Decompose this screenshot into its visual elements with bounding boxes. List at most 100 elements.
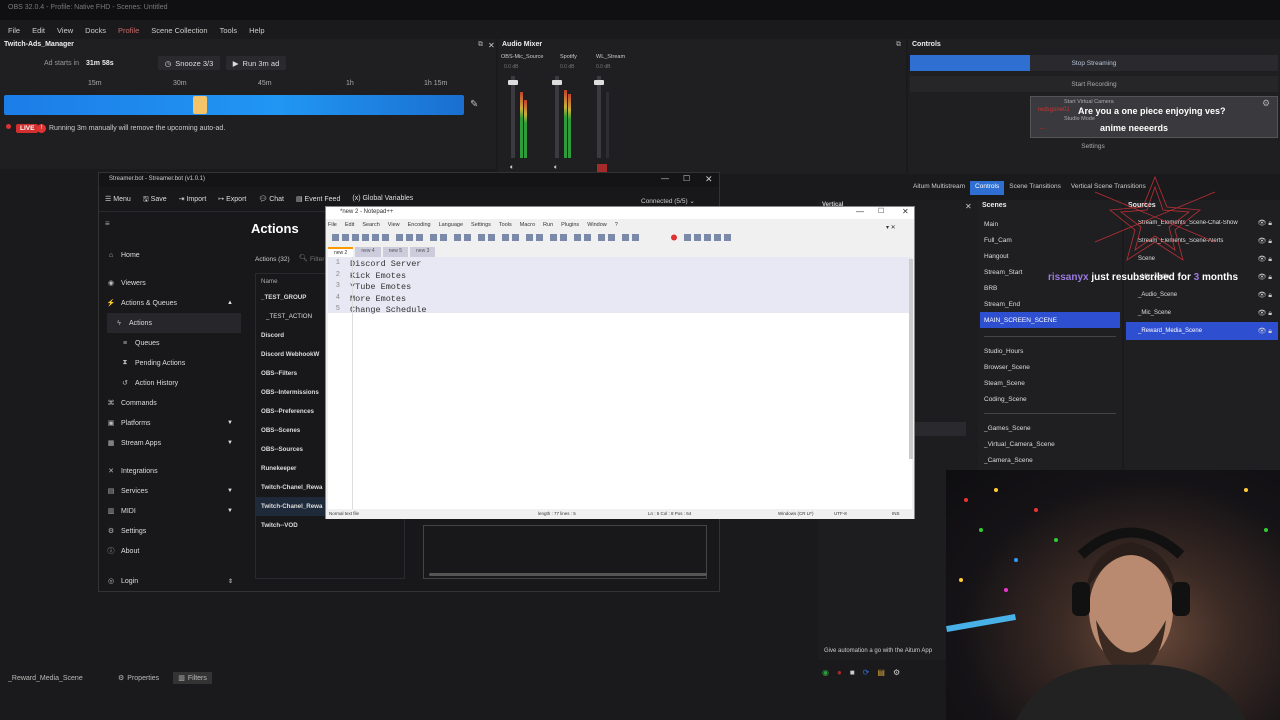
np-menu-window[interactable]: Window	[587, 222, 607, 228]
eye-icon[interactable]: 👁︎ 🔒︎	[1257, 309, 1272, 318]
sidebar-item-integrations[interactable]: ✕ Integrations	[99, 461, 241, 481]
sidebar-item-stream-apps[interactable]: ▦ Stream Apps ▼	[99, 433, 241, 453]
minimize-icon[interactable]: —	[856, 207, 864, 216]
scene-item[interactable]: _Games_Scene	[980, 420, 1120, 436]
menu-view[interactable]: View	[51, 23, 79, 39]
stop-streaming-button[interactable]: Stop Streaming	[910, 55, 1278, 71]
np-menu-macro[interactable]: Macro	[520, 222, 535, 228]
ad-marker[interactable]	[193, 96, 207, 114]
menu-profile[interactable]: Profile	[112, 23, 145, 39]
hamburger-icon[interactable]: ≡	[105, 219, 110, 228]
sidebar-item-midi[interactable]: ▥ MIDI ▼	[99, 501, 241, 521]
scene-item-selected[interactable]: MAIN_SCREEN_SCENE	[980, 312, 1120, 328]
np-tab-new-5[interactable]: new 5	[382, 247, 409, 257]
editor-line[interactable]: 1 Discord Server	[328, 259, 912, 271]
start-virtual-camera-button[interactable]: Start Virtual Camera	[1064, 99, 1114, 105]
sidebar-item-actions-queues[interactable]: ⚡ Actions & Queues ▲	[99, 293, 241, 313]
ad-timeline-bar[interactable]	[4, 95, 464, 115]
fader-spotify[interactable]	[555, 76, 559, 158]
eye-icon[interactable]: 👁︎ 🔒︎	[1257, 291, 1272, 300]
settings-button[interactable]: Settings	[1030, 138, 1156, 154]
scrollbar[interactable]	[909, 259, 913, 459]
tab-controls[interactable]: Controls	[970, 181, 1005, 195]
editor-line[interactable]: 2 Kick Emotes	[328, 271, 912, 283]
close-icon[interactable]: ✕	[965, 202, 972, 211]
fader-wl-stream[interactable]	[597, 76, 601, 158]
studio-mode-button[interactable]: Studio Mode	[1064, 116, 1095, 122]
mute-icon[interactable]	[597, 164, 607, 172]
np-menu-view[interactable]: View	[388, 222, 400, 228]
editor-line[interactable]: 4 More Emotes	[328, 294, 912, 306]
fader-handle[interactable]	[508, 80, 518, 85]
scene-item[interactable]: Steam_Scene	[980, 375, 1120, 391]
scene-item[interactable]: _Camera_Scene	[980, 452, 1120, 468]
source-item[interactable]: _Audio_Scene 👁︎ 🔒︎	[1126, 286, 1278, 304]
filter-input[interactable]: Filter	[310, 256, 324, 263]
scene-item[interactable]: _Virtual_Camera_Scene	[980, 436, 1120, 452]
fader-handle[interactable]	[552, 80, 562, 85]
eye-icon[interactable]: 👁︎ 🔒︎	[1257, 219, 1272, 228]
eye-icon[interactable]: 👁︎ 🔒︎	[1257, 327, 1272, 336]
scene-item[interactable]: Stream_End	[980, 296, 1120, 312]
maximize-icon[interactable]: ☐	[683, 174, 690, 183]
menu-edit[interactable]: Edit	[26, 23, 51, 39]
fader-obs-mic[interactable]	[511, 76, 515, 158]
float-icon[interactable]: ⧉	[478, 41, 483, 49]
sidebar-item-settings[interactable]: ⚙ Settings	[99, 521, 241, 541]
close-icon[interactable]: ✕	[902, 207, 909, 216]
editor-line[interactable]: 5 Change Schedule	[328, 305, 912, 317]
gear-icon[interactable]: ⚙	[1262, 98, 1270, 109]
np-menu-plugins[interactable]: Plugins	[561, 222, 579, 228]
eye-icon[interactable]: 👁︎ 🔒︎	[1257, 237, 1272, 246]
start-recording-button[interactable]: Start Recording	[910, 76, 1278, 92]
menu-button[interactable]: ☰ Menu	[105, 195, 131, 206]
sidebar-item-about[interactable]: ⓘ About	[99, 541, 241, 561]
close-icon[interactable]: ✕	[488, 41, 495, 50]
export-button[interactable]: ↦ Export	[218, 195, 246, 206]
sidebar-item-actions[interactable]: ϟ Actions	[107, 313, 241, 333]
sidebar-item-action-history[interactable]: ↺ Action History	[99, 373, 241, 393]
np-menu-run[interactable]: Run	[543, 222, 553, 228]
run-ad-button[interactable]: ▶ Run 3m ad	[226, 56, 286, 70]
np-menu-file[interactable]: File	[328, 222, 337, 228]
np-menu-language[interactable]: Language	[439, 222, 463, 228]
close-icon[interactable]: ✕	[705, 174, 713, 185]
tab-aitum-multistream[interactable]: Aitum Multistream	[908, 181, 970, 195]
np-menu-encoding[interactable]: Encoding	[408, 222, 431, 228]
scene-item[interactable]: Studio_Hours	[980, 343, 1120, 359]
event-feed-button[interactable]: ▤ Event Feed	[296, 195, 340, 206]
sidebar-item-commands[interactable]: ⌘ Commands	[99, 393, 241, 413]
source-item[interactable]: _Mic_Scene 👁︎ 🔒︎	[1126, 304, 1278, 322]
menu-file[interactable]: File	[2, 23, 26, 39]
maximize-icon[interactable]: ☐	[878, 207, 884, 215]
global-variables-button[interactable]: (x) Global Variables	[352, 195, 413, 206]
filters-button[interactable]: ▥ Filters	[173, 672, 212, 684]
save-button[interactable]: 🖫︎ Save	[143, 195, 167, 206]
np-menu-search[interactable]: Search	[362, 222, 379, 228]
menu-docks[interactable]: Docks	[79, 23, 112, 39]
scene-item[interactable]: Browser_Scene	[980, 359, 1120, 375]
menu-scene-collection[interactable]: Scene Collection	[145, 23, 213, 39]
float-icon[interactable]: ⧉	[896, 41, 901, 49]
editor-line[interactable]: 3 YTube Emotes	[328, 282, 912, 294]
speaker-icon[interactable]: 🔈︎	[510, 164, 514, 172]
np-tab-new-2[interactable]: new 2	[328, 247, 354, 257]
edit-icon[interactable]: ✎	[470, 99, 478, 110]
import-button[interactable]: ⇥ Import	[179, 195, 207, 206]
snooze-button[interactable]: ◷ Snooze 3/3	[158, 56, 220, 70]
speaker-icon[interactable]: 🔈︎	[554, 164, 558, 172]
np-menu-edit[interactable]: Edit	[345, 222, 354, 228]
np-menu-tools[interactable]: Tools	[499, 222, 512, 228]
np-menu-help[interactable]: ?	[615, 222, 618, 228]
sidebar-item-queues[interactable]: ≡ Queues	[99, 333, 241, 353]
scene-item[interactable]: Coding_Scene	[980, 391, 1120, 407]
np-tab-new-3[interactable]: new 3	[410, 247, 436, 257]
source-item-selected[interactable]: _Reward_Media_Scene 👁︎ 🔒︎	[1126, 322, 1278, 340]
sidebar-item-home[interactable]: ⌂ Home	[99, 245, 241, 265]
login-button[interactable]: ◎ Login ⇕	[99, 571, 241, 591]
sidebar-item-viewers[interactable]: ◉ Viewers	[99, 273, 241, 293]
minimize-icon[interactable]: —	[661, 174, 669, 183]
sidebar-item-services[interactable]: ▤ Services ▼	[99, 481, 241, 501]
connection-status[interactable]: Connected (5/5) ⌄	[641, 197, 695, 205]
tab-scene-transitions[interactable]: Scene Transitions	[1004, 181, 1066, 195]
